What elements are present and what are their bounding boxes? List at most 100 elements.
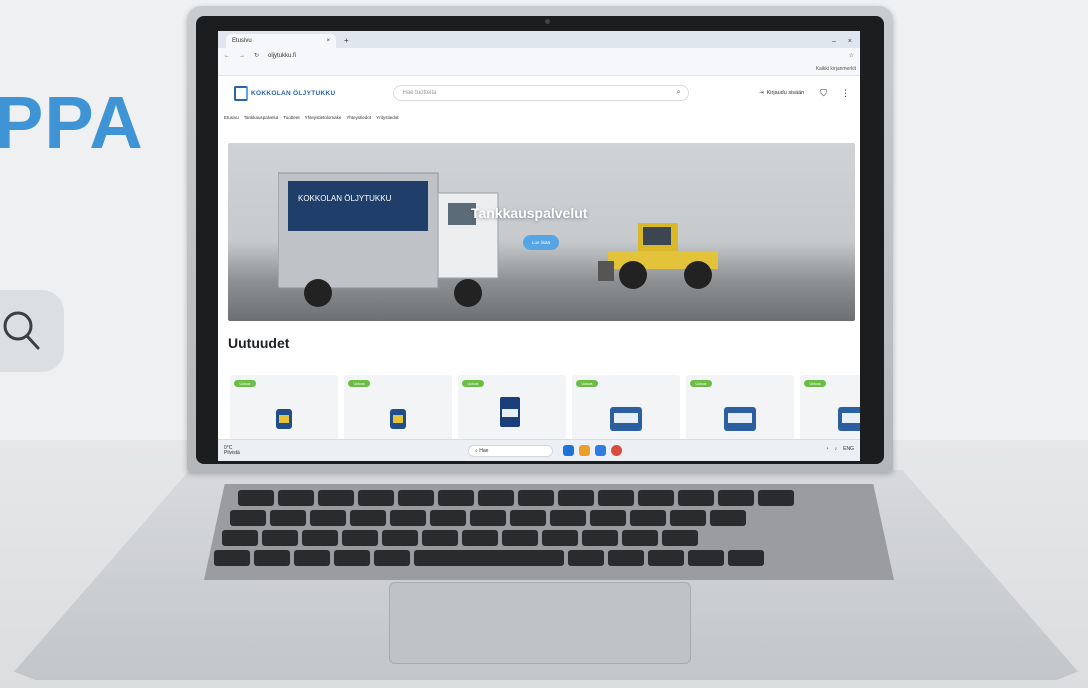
keyboard-key (542, 530, 578, 546)
keyboard-key (398, 490, 434, 506)
key-row (230, 510, 746, 526)
keyboard-key (758, 490, 794, 506)
cart-icon[interactable]: ⛉ (820, 88, 827, 99)
nav-item-etusivu[interactable]: Etusivu (224, 115, 239, 120)
tray-language[interactable]: ENG (843, 446, 854, 452)
product-card[interactable]: Uutuus (572, 375, 680, 445)
product-badge: Uutuus (690, 380, 712, 387)
search-placeholder: Hae tuotteita (402, 90, 437, 96)
close-icon[interactable]: × (326, 38, 330, 44)
url-field[interactable]: oljytukku.fi (268, 53, 296, 59)
keyboard-key (608, 550, 644, 566)
nav-item-tuotteet[interactable]: Tuotteet (283, 115, 299, 120)
hero-read-more-button[interactable]: Lue lisää (523, 235, 559, 250)
keyboard-key (590, 510, 626, 526)
hero-title: Tankkauspalvelut (471, 205, 588, 221)
bookmarks-folder[interactable]: Kaikki kirjanmerkit (816, 66, 856, 72)
reload-icon[interactable]: ↻ (254, 52, 259, 59)
keyboard-key (390, 510, 426, 526)
keyboard-key (678, 490, 714, 506)
file-explorer-icon[interactable] (579, 445, 590, 456)
keyboard-key (222, 530, 258, 546)
keyboard-key (462, 530, 498, 546)
system-tray: ◔ ♪ ENG (826, 446, 854, 452)
wifi-icon[interactable]: ◔ (826, 446, 829, 452)
browser-tab-bar: Etusivu × + – × (218, 31, 860, 48)
product-badge: Uutuus (804, 380, 826, 387)
keyboard-key (558, 490, 594, 506)
minimize-button[interactable]: – (832, 38, 836, 45)
product-card[interactable]: Uutuus (686, 375, 794, 445)
start-icon[interactable] (563, 445, 574, 456)
bookmark-star-icon[interactable]: ☆ (849, 52, 854, 59)
search-icon[interactable]: ⌕ (677, 89, 681, 97)
laptop-lid: Etusivu × + – × ← → ↻ oljytukku.fi ☆ Kai… (187, 6, 893, 472)
keyboard-key (294, 550, 330, 566)
chrome-icon[interactable] (611, 445, 622, 456)
product-card[interactable]: Uutuus (458, 375, 566, 445)
nav-item-yhteystiedot[interactable]: Yhteystiedot (346, 115, 371, 120)
forward-icon[interactable]: → (239, 53, 245, 59)
product-badge: Uutuus (462, 380, 484, 387)
window-close-button[interactable]: × (848, 38, 852, 45)
bookmarks-bar: Kaikki kirjanmerkit (218, 63, 860, 76)
keyboard-key (302, 530, 338, 546)
hero-banner: KOKKOLAN ÖLJYTUKKU Tankkauspalvelut Lue … (228, 143, 855, 321)
keyboard-key (254, 550, 290, 566)
keyboard-key (510, 510, 546, 526)
login-label: Kirjaudu sisään (766, 90, 805, 96)
keyboard-key (710, 510, 746, 526)
touchpad[interactable] (389, 582, 691, 664)
nav-item-yritystiedot[interactable]: Yritystiedot (376, 115, 398, 120)
key-row (214, 550, 764, 566)
keyboard-key (630, 510, 666, 526)
keyboard-key (278, 490, 314, 506)
taskbar-apps (563, 445, 622, 456)
oil-drum-icon (500, 397, 520, 427)
product-card[interactable]: Uutuus (344, 375, 452, 445)
weather-text: Pilvistä (224, 450, 240, 456)
keyboard-key (598, 490, 634, 506)
login-link[interactable]: ⇥ Kirjaudu sisään (759, 90, 804, 96)
windows-taskbar: 0°C Pilvistä ⌕ Hae ◔ ♪ ENG (218, 439, 860, 461)
keyboard-key (382, 530, 418, 546)
nav-item-yhteystietolomake[interactable]: Yhteystietolomake (305, 115, 342, 120)
keyboard-key (214, 550, 250, 566)
keyboard-key (414, 550, 564, 566)
keyboard-key (230, 510, 266, 526)
store-icon[interactable] (595, 445, 606, 456)
keyboard-key (318, 490, 354, 506)
keyboard-key (568, 550, 604, 566)
keyboard-key (342, 530, 378, 546)
weather-widget[interactable]: 0°C Pilvistä (224, 446, 240, 456)
window-controls: – × (832, 38, 852, 45)
site-logo[interactable]: KOKKOLAN ÖLJYTUKKU (234, 85, 335, 101)
product-badge: Uutuus (576, 380, 598, 387)
key-row (238, 490, 794, 506)
site-search-input[interactable]: Hae tuotteita ⌕ (393, 85, 690, 101)
keyboard-key (334, 550, 370, 566)
keyboard-key (430, 510, 466, 526)
taskbar-search[interactable]: ⌕ Hae (468, 445, 553, 457)
keyboard-key (662, 530, 698, 546)
product-card[interactable]: Uutuus (800, 375, 860, 445)
keyboard-key (478, 490, 514, 506)
section-title: Uutuudet (228, 335, 290, 351)
keyboard-key (670, 510, 706, 526)
truck-image: KOKKOLAN ÖLJYTUKKU (278, 172, 499, 307)
taskbar-search-label: Hae (479, 448, 489, 454)
back-icon[interactable]: ← (224, 53, 230, 59)
keyboard-key (638, 490, 674, 506)
new-tab-button[interactable]: + (344, 36, 349, 45)
key-row (222, 530, 698, 546)
keyboard-key (470, 510, 506, 526)
nav-item-tankkauspalvelut[interactable]: Tankkauspalvelut (244, 115, 279, 120)
keyboard-key (502, 530, 538, 546)
more-menu-icon[interactable]: ⋮ (841, 88, 850, 99)
keyboard-key (550, 510, 586, 526)
browser-tab[interactable]: Etusivu × (226, 34, 336, 48)
tab-title: Etusivu (232, 38, 252, 44)
product-card[interactable]: Uutuus (230, 375, 338, 445)
login-icon: ⇥ (759, 90, 764, 96)
volume-icon[interactable]: ♪ (835, 446, 838, 452)
